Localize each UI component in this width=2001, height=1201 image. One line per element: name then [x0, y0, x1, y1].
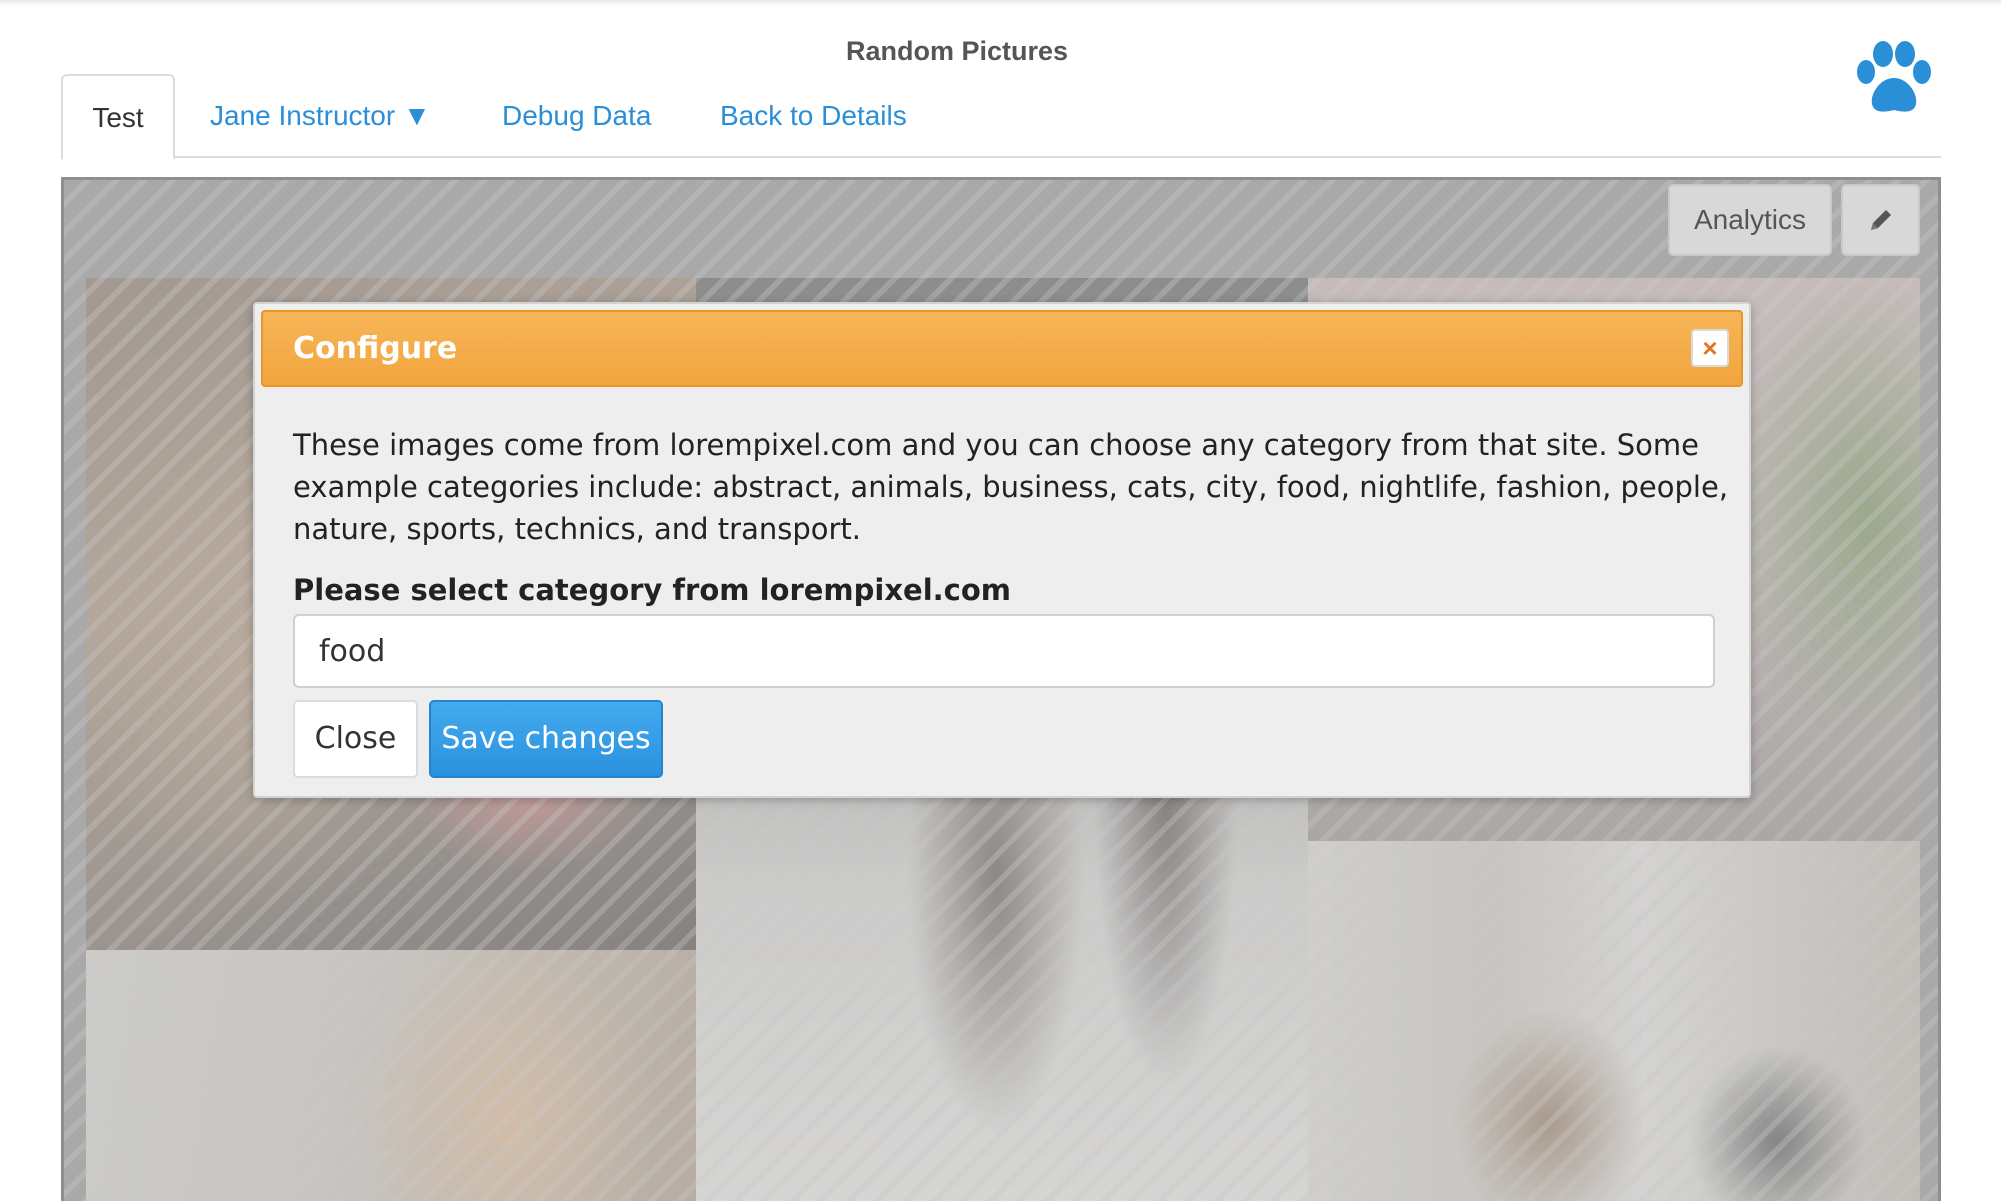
tab-test[interactable]: Test [61, 74, 175, 160]
edit-button[interactable] [1841, 184, 1920, 256]
modal-button-row: Close Save changes [293, 700, 1733, 778]
pencil-icon [1870, 210, 1891, 230]
top-shadow [0, 0, 2001, 6]
modal-title: Configure [293, 331, 458, 366]
category-input[interactable] [293, 614, 1715, 688]
close-icon[interactable]: × [1691, 329, 1729, 367]
category-label: Please select category from lorempixel.c… [293, 573, 1011, 607]
tab-debug-data[interactable]: Debug Data [502, 74, 651, 158]
tab-jane-instructor[interactable]: Jane Instructor ▼ [210, 74, 431, 158]
tab-back-to-details[interactable]: Back to Details [720, 74, 907, 158]
modal-body: These images come from lorempixel.com an… [293, 424, 1733, 778]
save-changes-button[interactable]: Save changes [429, 700, 663, 778]
tab-bar: Test Jane Instructor ▼ Debug Data Back t… [61, 74, 1941, 160]
configure-modal: Configure × These images come from lorem… [253, 302, 1751, 798]
page-title: Random Pictures [845, 36, 1069, 66]
close-button[interactable]: Close [293, 700, 418, 778]
description-text: These images come from lorempixel.com an… [293, 428, 1729, 546]
modal-header: Configure × [261, 310, 1743, 387]
page: Random Pictures Test Jane Instructor ▼ D… [0, 0, 2001, 1201]
analytics-button[interactable]: Analytics [1668, 184, 1832, 256]
